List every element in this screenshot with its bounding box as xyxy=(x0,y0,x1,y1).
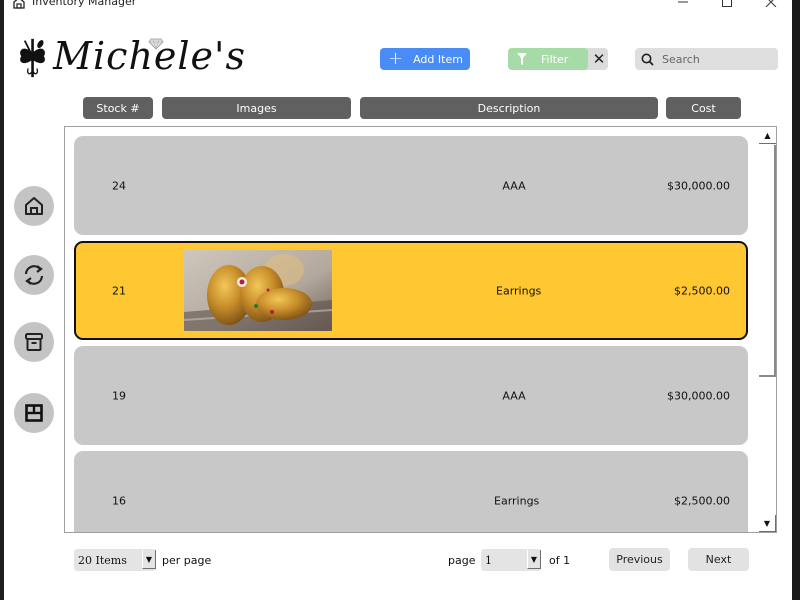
page-select[interactable]: 1 ▼ xyxy=(481,549,541,571)
maximize-icon xyxy=(722,0,732,7)
next-page-button[interactable]: Next xyxy=(688,548,749,571)
add-item-label: Add Item xyxy=(413,52,463,66)
item-description: Earrings xyxy=(494,494,540,507)
item-cost: $2,500.00 xyxy=(674,284,730,297)
per-page-label: per page xyxy=(162,554,212,567)
app-window: Inventory Manager Michele's + Add Item F… xyxy=(4,0,792,600)
item-description: AAA xyxy=(502,389,526,402)
brand-logo: Michele's xyxy=(16,30,246,86)
maximize-button[interactable] xyxy=(712,0,742,10)
app-home-icon xyxy=(13,0,25,9)
desktop-background xyxy=(792,0,800,600)
stock-number: 16 xyxy=(112,494,126,507)
item-description: Earrings xyxy=(496,284,542,297)
scroll-up-button[interactable]: ▲ xyxy=(759,127,776,144)
item-cost: $30,000.00 xyxy=(667,389,730,402)
current-page-value: 1 xyxy=(485,553,492,567)
layout-icon xyxy=(25,404,43,422)
butterfly-fork-spoon-icon xyxy=(20,38,45,78)
sidebar-layout-button[interactable] xyxy=(14,393,54,433)
close-button[interactable] xyxy=(756,0,786,10)
home-icon xyxy=(25,197,43,215)
triangle-down-icon: ▼ xyxy=(763,518,771,528)
filter-group: Filter ✕ xyxy=(508,48,608,70)
items-per-page-select[interactable]: 20 Items ▼ xyxy=(74,549,156,571)
item-cost: $2,500.00 xyxy=(674,494,730,507)
column-header-stock[interactable]: Stock # xyxy=(83,97,153,119)
stock-number: 19 xyxy=(112,389,126,402)
window-title: Inventory Manager xyxy=(32,0,137,8)
list-item[interactable]: 16 Earrings $2,500.00 xyxy=(74,451,748,532)
add-item-button[interactable]: + Add Item xyxy=(380,48,470,70)
page-label: page xyxy=(448,554,476,567)
list-item[interactable]: 24 AAA $30,000.00 xyxy=(74,136,748,235)
vertical-scrollbar[interactable]: ▲ ▼ xyxy=(759,127,776,532)
inventory-list[interactable]: 24 AAA $30,000.00 21 Earrings $2,500.00 … xyxy=(64,126,777,533)
title-bar: Inventory Manager xyxy=(4,0,792,14)
previous-page-button[interactable]: Previous xyxy=(609,548,670,571)
list-item[interactable]: 19 AAA $30,000.00 xyxy=(74,346,748,445)
filter-button[interactable]: Filter xyxy=(508,48,588,70)
minimize-button[interactable] xyxy=(668,0,698,10)
triangle-up-icon: ▲ xyxy=(764,130,771,140)
plus-icon: + xyxy=(388,48,404,69)
sidebar-sync-button[interactable] xyxy=(14,255,54,295)
sidebar-archive-button[interactable] xyxy=(14,322,54,362)
archive-box-icon xyxy=(25,333,43,351)
items-per-page-value: 20 Items xyxy=(78,553,127,567)
search-input[interactable] xyxy=(662,52,772,66)
item-cost: $30,000.00 xyxy=(667,179,730,192)
column-header-description[interactable]: Description xyxy=(360,97,658,119)
stock-number: 21 xyxy=(112,284,126,297)
filter-label: Filter xyxy=(541,52,569,66)
close-icon xyxy=(765,0,777,7)
dropdown-arrow-icon[interactable]: ▼ xyxy=(142,550,156,569)
jewelry-photo xyxy=(184,250,332,331)
stock-number: 24 xyxy=(112,179,126,192)
clear-filter-button[interactable]: ✕ xyxy=(590,48,608,70)
item-description: AAA xyxy=(502,179,526,192)
sidebar-home-button[interactable] xyxy=(14,186,54,226)
page-count-label: of 1 xyxy=(549,554,571,567)
diamond-icon xyxy=(148,38,164,50)
scroll-down-button[interactable]: ▼ xyxy=(759,515,776,532)
item-image xyxy=(184,250,332,331)
search-icon xyxy=(641,53,654,66)
close-icon: ✕ xyxy=(592,50,606,68)
scrollbar-thumb[interactable] xyxy=(759,145,776,377)
search-box xyxy=(635,48,778,70)
dropdown-arrow-icon[interactable]: ▼ xyxy=(527,550,541,569)
column-header-cost[interactable]: Cost xyxy=(666,97,741,119)
column-header-images[interactable]: Images xyxy=(162,97,351,119)
list-item-selected[interactable]: 21 Earrings $2,500.00 xyxy=(74,241,748,340)
funnel-icon xyxy=(517,53,527,65)
refresh-icon xyxy=(24,265,44,285)
minimize-icon xyxy=(678,1,688,3)
